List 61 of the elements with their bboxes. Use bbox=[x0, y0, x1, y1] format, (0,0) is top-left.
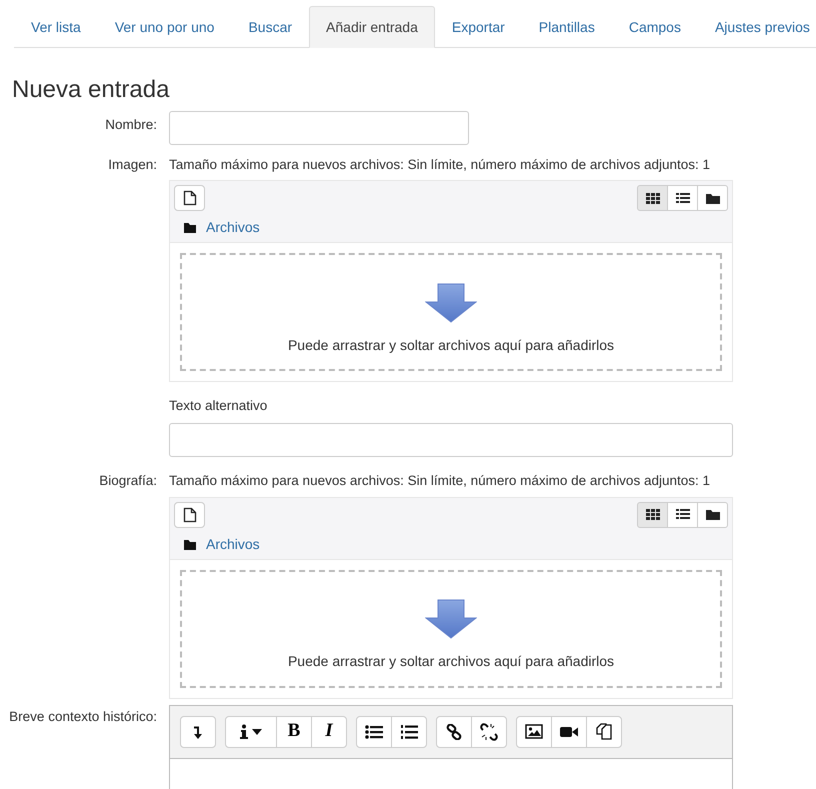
arrow-down-icon bbox=[193, 724, 203, 739]
numbered-list-icon bbox=[400, 724, 418, 740]
field-label: Breve contexto histórico: bbox=[8, 708, 158, 726]
list-icon bbox=[674, 190, 690, 206]
grid-icon bbox=[644, 507, 660, 522]
folder-view-button[interactable] bbox=[697, 502, 728, 528]
link-button[interactable] bbox=[436, 716, 472, 748]
bullet-list-icon bbox=[365, 724, 383, 739]
drop-hint-text: Puede arrastrar y soltar archivos aquí para añadirlos bbox=[288, 652, 614, 672]
drop-hint-text: Puede arrastrar y soltar archivos aquí para añadirlos bbox=[288, 336, 614, 355]
field-label: Imagen: bbox=[107, 156, 158, 174]
folder-icon bbox=[704, 507, 720, 522]
italic-button[interactable]: I bbox=[311, 716, 347, 748]
video-camera-icon bbox=[560, 726, 578, 738]
tab[interactable]: Ver lista bbox=[14, 6, 98, 48]
info-button[interactable] bbox=[225, 716, 277, 748]
down-arrow-icon bbox=[425, 599, 477, 640]
field-label: Biografía: bbox=[98, 472, 158, 490]
file-limits-text: Tamaño máximo para nuevos archivos: Sin límite, número máximo de archivos adjuntos: 1 bbox=[169, 472, 711, 490]
tab[interactable]: Campos bbox=[612, 6, 698, 48]
field-label: Texto alternativo bbox=[169, 397, 268, 416]
tab[interactable]: Plantillas bbox=[522, 6, 612, 48]
file-icon bbox=[182, 506, 196, 523]
video-button[interactable] bbox=[551, 716, 587, 748]
folder-link[interactable]: Archivos bbox=[206, 217, 260, 238]
grid-view-button[interactable] bbox=[637, 185, 668, 212]
file-icon bbox=[182, 190, 196, 206]
copy-icon bbox=[596, 723, 612, 740]
caret-icon bbox=[252, 728, 262, 735]
input-field[interactable] bbox=[169, 423, 733, 458]
grid-icon bbox=[644, 190, 660, 206]
image-icon bbox=[525, 724, 543, 740]
list-view-button[interactable] bbox=[667, 502, 698, 528]
add-file-button[interactable] bbox=[174, 185, 205, 212]
input-field[interactable] bbox=[169, 110, 469, 145]
folder-icon bbox=[184, 222, 196, 234]
image-button[interactable] bbox=[516, 716, 552, 748]
add-file-button[interactable] bbox=[174, 502, 205, 528]
down-arrow-icon bbox=[425, 282, 477, 323]
tab[interactable]: Exportar bbox=[434, 6, 522, 48]
field-label: Nombre: bbox=[104, 116, 158, 134]
unlink-icon bbox=[480, 722, 498, 741]
page-heading: Nueva entrada bbox=[12, 76, 170, 105]
folder-icon bbox=[184, 538, 196, 550]
tab[interactable]: Ver uno por uno bbox=[98, 6, 232, 48]
copy-button[interactable] bbox=[586, 716, 622, 748]
folder-view-button[interactable] bbox=[697, 185, 728, 212]
numbers-button[interactable] bbox=[391, 716, 427, 748]
tab[interactable]: Ajustes previos bbox=[698, 6, 816, 48]
folder-link[interactable]: Archivos bbox=[206, 534, 260, 555]
grid-view-button[interactable] bbox=[637, 502, 668, 528]
link-icon bbox=[446, 724, 462, 740]
bullets-button[interactable] bbox=[356, 716, 392, 748]
list-view-button[interactable] bbox=[667, 185, 698, 212]
info-icon bbox=[240, 724, 248, 740]
tab[interactable]: Añadir entrada bbox=[309, 6, 435, 48]
tab[interactable]: Buscar bbox=[231, 6, 310, 48]
file-limits-text: Tamaño máximo para nuevos archivos: Sin límite, número máximo de archivos adjuntos: 1 bbox=[169, 156, 711, 174]
bold-button[interactable]: B bbox=[276, 716, 312, 748]
unlink-button[interactable] bbox=[471, 716, 507, 748]
collapse-button[interactable] bbox=[180, 716, 216, 748]
